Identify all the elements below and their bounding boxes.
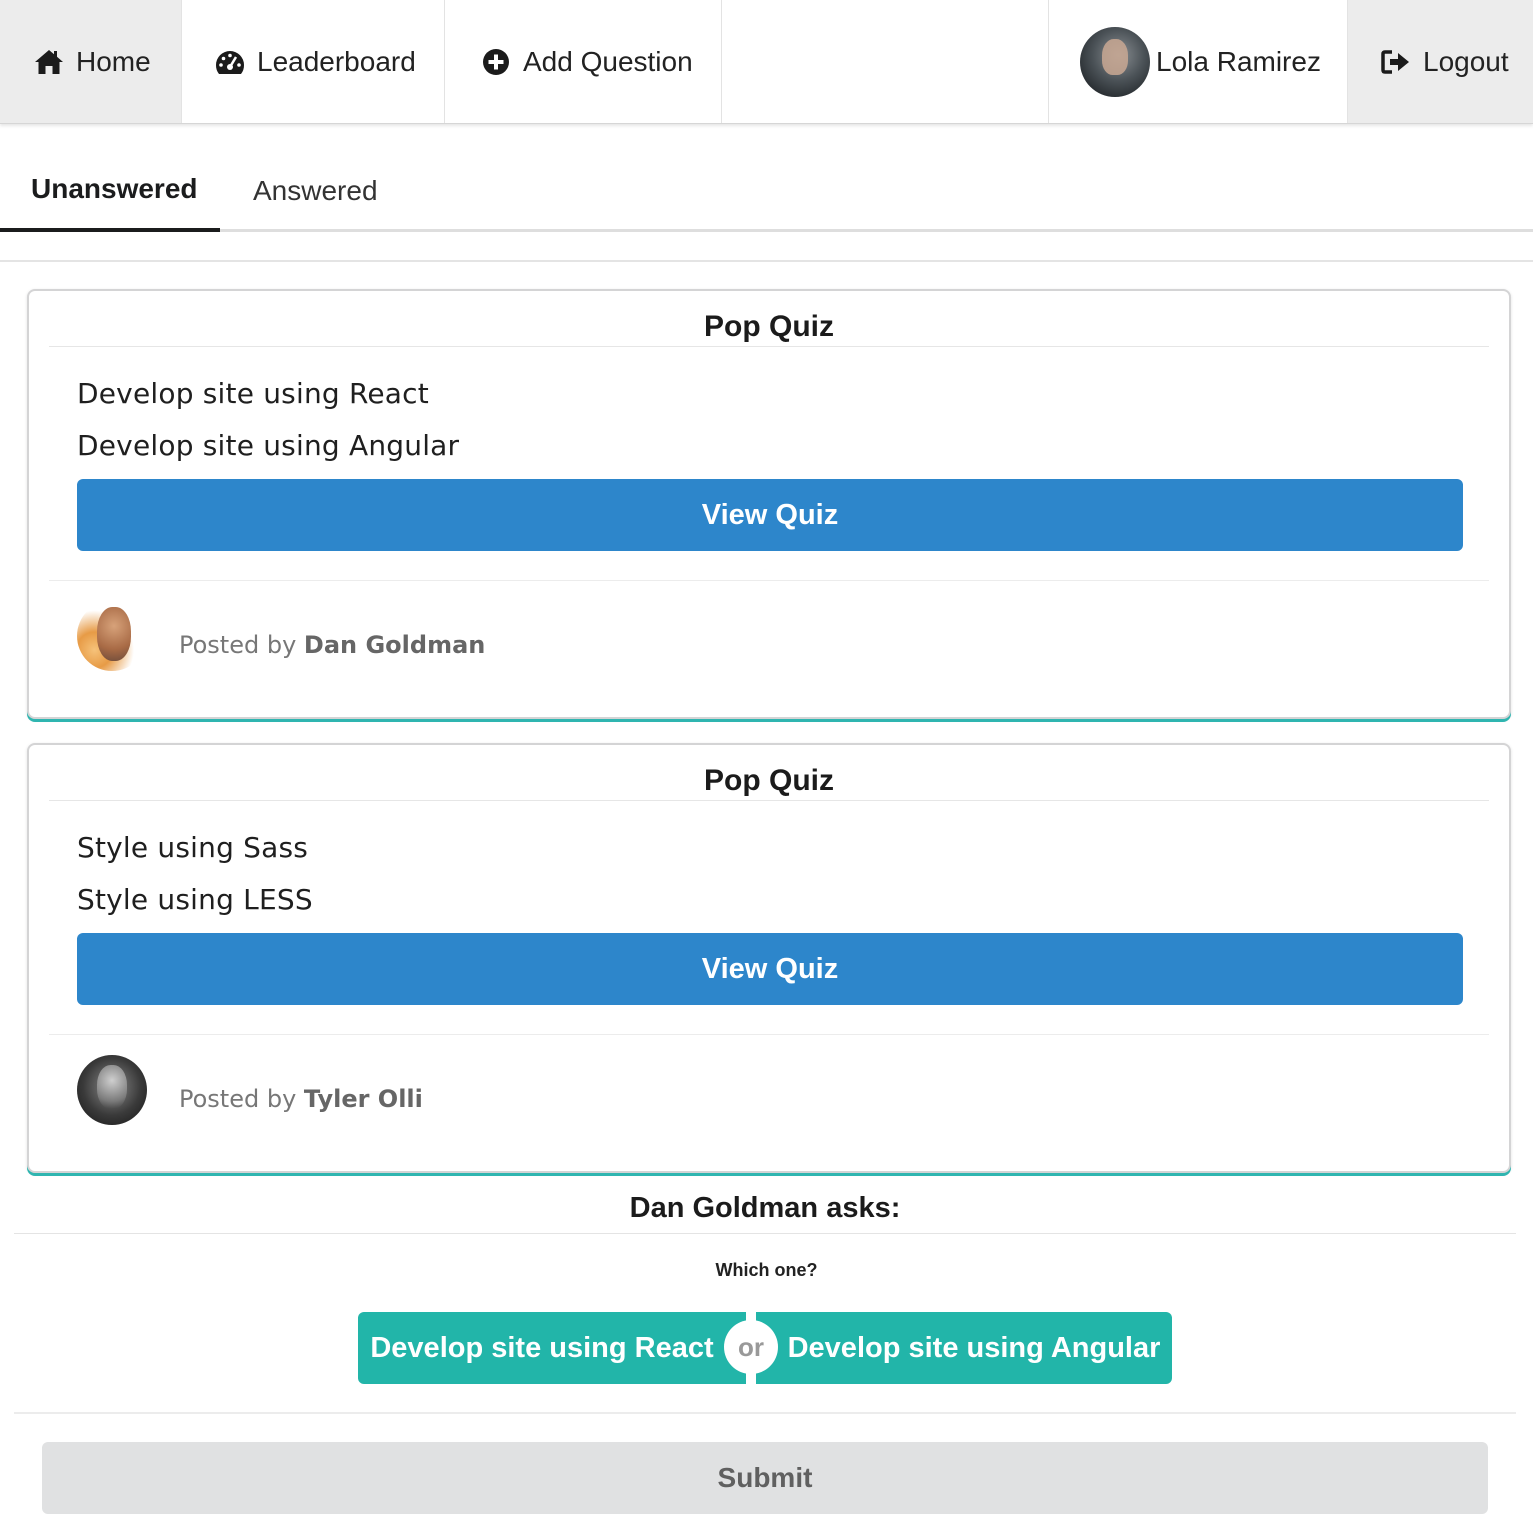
card-header: Pop Quiz: [49, 291, 1489, 347]
card-divider: [49, 580, 1489, 581]
sign-out-icon: [1379, 45, 1413, 79]
divider: [14, 1412, 1516, 1414]
or-divider: or: [724, 1320, 778, 1374]
menu-item-add-question[interactable]: Add Question: [445, 0, 722, 123]
author-avatar: [77, 601, 147, 671]
card-divider: [49, 1034, 1489, 1035]
tab-answered[interactable]: Answered: [220, 150, 378, 232]
question-tabs: Unanswered Answered: [0, 150, 1533, 232]
plus-circle-icon: [479, 45, 513, 79]
posted-by-prefix: Posted by: [179, 1085, 297, 1113]
author-name: Dan Goldman: [303, 631, 486, 659]
dashboard-icon: [213, 45, 247, 79]
posted-by-prefix: Posted by: [179, 631, 297, 659]
author-name: Tyler Olli: [303, 1085, 423, 1113]
view-quiz-button[interactable]: View Quiz: [77, 479, 1463, 551]
top-menu: Home Leaderboard Add Question Lola Ramir…: [0, 0, 1533, 124]
card-option-two: Develop site using Angular: [77, 429, 460, 462]
submit-button[interactable]: Submit: [42, 1442, 1488, 1514]
divider: [0, 260, 1533, 262]
posted-by: Posted by Dan Goldman: [179, 631, 485, 659]
menu-item-home[interactable]: Home: [0, 0, 182, 123]
user-name: Lola Ramirez: [1156, 45, 1321, 77]
menu-item-user: Lola Ramirez: [1049, 0, 1348, 123]
card-option-one: Style using Sass: [77, 831, 309, 864]
question-card: Pop Quiz Develop site using React Develo…: [27, 289, 1511, 719]
user-avatar: [1080, 26, 1150, 97]
question-prompt: Which one?: [715, 1260, 818, 1280]
menu-label-leaderboard: Leaderboard: [257, 45, 416, 77]
menu-label-logout: Logout: [1423, 45, 1509, 77]
menu-item-logout[interactable]: Logout: [1348, 0, 1533, 123]
option-two-button[interactable]: Develop site using Angular: [756, 1312, 1172, 1384]
view-quiz-button[interactable]: View Quiz: [77, 933, 1463, 1005]
author-avatar: [77, 1055, 147, 1125]
card-header: Pop Quiz: [49, 745, 1489, 801]
card-option-one: Develop site using React: [77, 377, 429, 410]
question-card: Pop Quiz Style using Sass Style using LE…: [27, 743, 1511, 1173]
menu-spacer: [722, 0, 1049, 123]
posted-by: Posted by Tyler Olli: [179, 1085, 423, 1113]
menu-item-leaderboard[interactable]: Leaderboard: [182, 0, 445, 123]
question-title: Dan Goldman asks:: [14, 1192, 1516, 1234]
menu-label-home: Home: [76, 45, 151, 77]
home-icon: [32, 45, 66, 79]
card-option-two: Style using LESS: [77, 883, 313, 916]
tab-unanswered[interactable]: Unanswered: [0, 150, 220, 232]
menu-label-add-question: Add Question: [523, 45, 693, 77]
option-one-button[interactable]: Develop site using React: [358, 1312, 746, 1384]
